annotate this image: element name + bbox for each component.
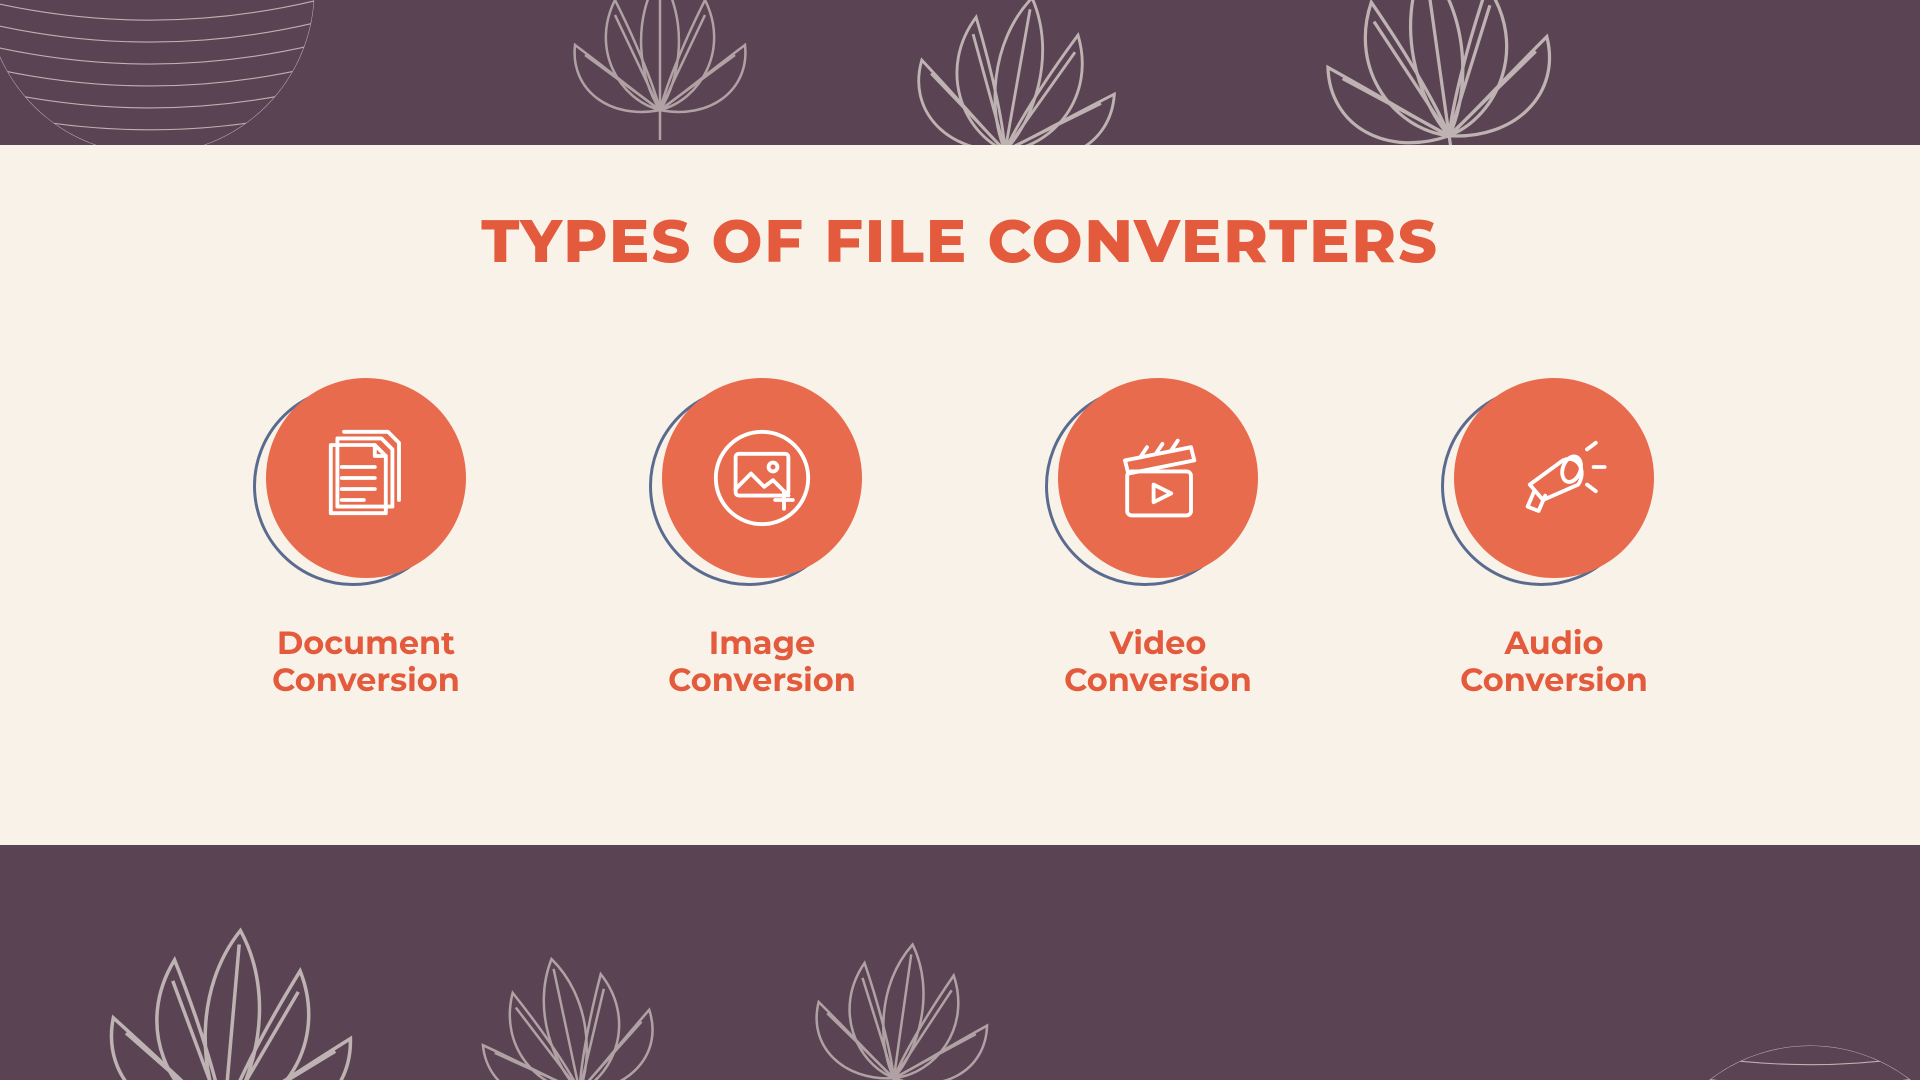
- icon-wrap: [261, 378, 471, 588]
- content-panel: TYPES OF FILE CONVERTERS: [0, 145, 1920, 845]
- megaphone-icon: [1499, 423, 1609, 533]
- card-video-conversion: Video Conversion: [1018, 378, 1298, 700]
- card-label: Audio Conversion: [1460, 626, 1648, 700]
- icon-wrap: [1449, 378, 1659, 588]
- icon-wrap: [1053, 378, 1263, 588]
- page-title: TYPES OF FILE CONVERTERS: [481, 205, 1439, 278]
- clapperboard-icon: [1103, 423, 1213, 533]
- documents-icon: [311, 423, 421, 533]
- card-image-conversion: Image Conversion: [622, 378, 902, 700]
- icon-wrap: [657, 378, 867, 588]
- card-label: Video Conversion: [1064, 626, 1252, 700]
- image-add-icon: [707, 423, 817, 533]
- card-audio-conversion: Audio Conversion: [1414, 378, 1694, 700]
- converter-cards-row: Document Conversion: [0, 378, 1920, 700]
- card-document-conversion: Document Conversion: [226, 378, 506, 700]
- card-label: Image Conversion: [668, 626, 856, 700]
- card-label: Document Conversion: [272, 626, 460, 700]
